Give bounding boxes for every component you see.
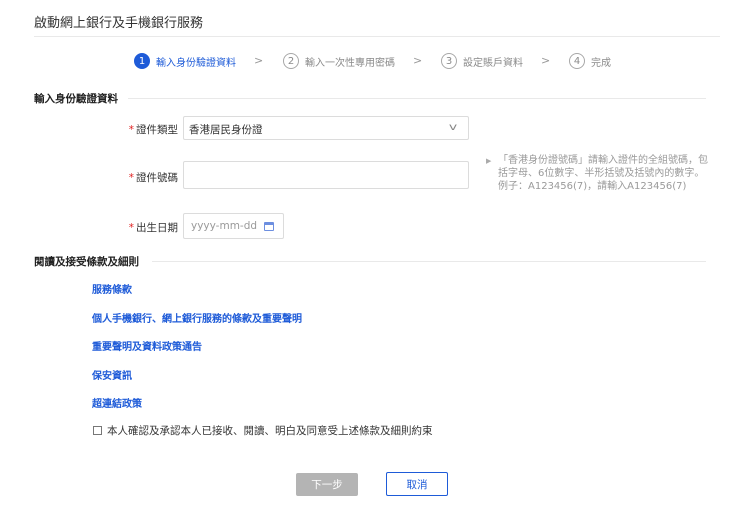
step-4: 4 完成 (569, 53, 611, 69)
calendar-icon[interactable] (264, 222, 274, 231)
identity-section-heading: 輸入身份驗證資料 (34, 93, 118, 105)
chevron-right-icon: > (541, 54, 551, 67)
step-number-icon: 3 (441, 53, 457, 69)
next-button[interactable]: 下一步 (296, 473, 358, 496)
doc-type-label: * 證件類型 (128, 124, 178, 136)
step-3: 3 設定賬戶資料 (441, 53, 523, 69)
step-label: 完成 (591, 57, 611, 69)
chevron-down-icon: v (448, 122, 458, 133)
dob-placeholder: yyyy-mm-dd (191, 220, 258, 232)
chevron-right-icon: > (413, 54, 423, 67)
link-service-terms[interactable]: 服務條款 (92, 281, 132, 296)
link-hyperlink-policy[interactable]: 超連結政策 (92, 395, 142, 410)
confirm-checkbox[interactable] (93, 426, 102, 435)
caret-right-icon: ▶ (486, 157, 492, 165)
cancel-button[interactable]: 取消 (386, 472, 448, 496)
doc-number-hint: 「香港身份證號碼」請輸入證件的全組號碼，包 括字母、6位數字、半形括號及括號內的… (498, 155, 708, 192)
required-mark: * (128, 172, 134, 184)
confirm-text: 本人確認及承認本人已接收、閱讀、明白及同意受上述條款及細則約束 (107, 425, 433, 437)
step-2: 2 輸入一次性專用密碼 (283, 53, 395, 69)
doc-type-select[interactable]: 香港居民身份證 v (183, 116, 469, 140)
doc-number-label: * 證件號碼 (128, 172, 178, 184)
required-mark: * (128, 124, 134, 136)
step-number-icon: 2 (283, 53, 299, 69)
step-label: 輸入一次性專用密碼 (305, 57, 395, 69)
step-label: 輸入身份驗證資料 (156, 57, 236, 69)
step-number-icon: 1 (134, 53, 150, 69)
link-security-info[interactable]: 保安資訊 (92, 367, 132, 382)
doc-number-input[interactable] (183, 161, 469, 189)
title-divider (34, 36, 720, 37)
link-terms-important-notice[interactable]: 個人手機銀行、網上銀行服務的條款及重要聲明 (92, 310, 302, 325)
step-label: 設定賬戶資料 (463, 57, 523, 69)
dob-date-picker[interactable]: yyyy-mm-dd (183, 213, 284, 239)
section-divider (128, 98, 706, 99)
required-mark: * (128, 222, 134, 234)
step-number-icon: 4 (569, 53, 585, 69)
section-divider (152, 261, 706, 262)
chevron-right-icon: > (254, 54, 264, 67)
link-data-policy-notice[interactable]: 重要聲明及資料政策通告 (92, 338, 202, 353)
doc-type-value: 香港居民身份證 (189, 124, 263, 136)
page-title: 啟動網上銀行及手機銀行服務 (34, 16, 204, 31)
terms-section-heading: 閱讀及接受條款及細則 (34, 256, 139, 268)
dob-label: * 出生日期 (128, 222, 178, 234)
step-1: 1 輸入身份驗證資料 (134, 53, 236, 69)
